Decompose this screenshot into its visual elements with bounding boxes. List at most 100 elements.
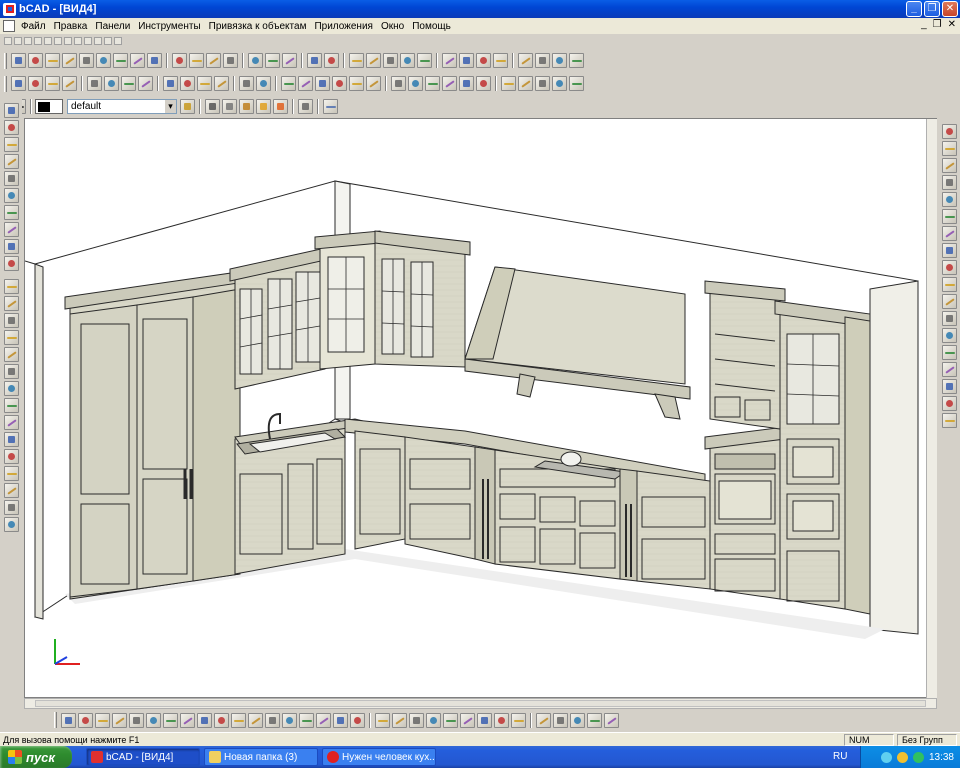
- ruler-icon[interactable]: [941, 311, 957, 326]
- cube-view-icon[interactable]: [941, 379, 957, 394]
- texture-icon[interactable]: [518, 76, 533, 91]
- task-opera[interactable]: Нужен человек кух...: [322, 748, 436, 766]
- panel-icon[interactable]: [323, 99, 338, 114]
- toolbar-tab[interactable]: [34, 37, 42, 45]
- pipe-icon[interactable]: [256, 76, 271, 91]
- point-tool-icon[interactable]: [3, 279, 19, 294]
- document-icon[interactable]: [3, 20, 15, 32]
- move-icon[interactable]: [206, 53, 221, 68]
- model-tool-icon[interactable]: [375, 712, 390, 728]
- model-tool-icon[interactable]: [587, 712, 602, 728]
- mdi-minimize-button[interactable]: _: [921, 19, 927, 30]
- save-icon[interactable]: [62, 53, 77, 68]
- model-tool-icon[interactable]: [409, 712, 424, 728]
- model-tool-icon[interactable]: [494, 712, 509, 728]
- model-tool-icon[interactable]: [511, 712, 526, 728]
- render-cube-icon[interactable]: [256, 99, 271, 114]
- dimension-icon[interactable]: [163, 76, 178, 91]
- copy-icon[interactable]: [248, 53, 263, 68]
- pen-icon[interactable]: [569, 76, 584, 91]
- cross-icon[interactable]: [45, 76, 60, 91]
- view-front-icon[interactable]: [941, 175, 957, 190]
- erase-icon[interactable]: [223, 53, 238, 68]
- block-tool-icon[interactable]: [3, 222, 19, 237]
- camera-icon[interactable]: [552, 76, 567, 91]
- lamp-icon[interactable]: [535, 76, 550, 91]
- language-indicator[interactable]: RU: [833, 751, 847, 762]
- menu-help[interactable]: Помощь: [408, 21, 455, 32]
- edit-tool-icon[interactable]: [3, 449, 19, 464]
- edit-tool-icon[interactable]: [3, 415, 19, 430]
- redo-icon[interactable]: [324, 53, 339, 68]
- task-bcad[interactable]: bCAD - [ВИД4]: [86, 748, 200, 766]
- model-tool-icon[interactable]: [95, 712, 110, 728]
- sphere-icon[interactable]: [121, 76, 136, 91]
- folder-icon[interactable]: [113, 53, 128, 68]
- toolbar-tab[interactable]: [4, 37, 12, 45]
- model-tool-icon[interactable]: [426, 712, 441, 728]
- edit-tool-icon[interactable]: [3, 500, 19, 515]
- cylinder-icon[interactable]: [138, 76, 153, 91]
- shaded-cube-icon[interactable]: [239, 99, 254, 114]
- ellipse-tool-icon[interactable]: [3, 256, 19, 271]
- color-picker[interactable]: [35, 99, 63, 114]
- edit-tool-icon[interactable]: [3, 330, 19, 345]
- model-tool-icon[interactable]: [129, 712, 144, 728]
- model-tool-icon[interactable]: [570, 712, 585, 728]
- tray-icon-3[interactable]: [912, 751, 924, 763]
- target-icon[interactable]: [214, 76, 229, 91]
- polyline-icon[interactable]: [383, 53, 398, 68]
- menu-edit[interactable]: Правка: [50, 21, 92, 32]
- light-icon[interactable]: [493, 53, 508, 68]
- model-tool-icon[interactable]: [316, 712, 331, 728]
- horizontal-scrollbar[interactable]: [24, 698, 937, 709]
- polygon-tool-icon[interactable]: [3, 239, 19, 254]
- array-icon[interactable]: [349, 76, 364, 91]
- paste-icon[interactable]: [265, 53, 280, 68]
- minimize-button[interactable]: _: [906, 1, 922, 17]
- pencil-icon[interactable]: [941, 243, 957, 258]
- model-tool-icon[interactable]: [197, 712, 212, 728]
- plus-icon[interactable]: [239, 76, 254, 91]
- edit-tool-icon[interactable]: [3, 466, 19, 481]
- hidden-cube-icon[interactable]: [222, 99, 237, 114]
- task-folder[interactable]: Новая папка (3): [204, 748, 318, 766]
- model-tool-icon[interactable]: [392, 712, 407, 728]
- cube-icon[interactable]: [104, 76, 119, 91]
- rectangle-tool-icon[interactable]: [3, 171, 19, 186]
- edit-tool-icon[interactable]: [3, 517, 19, 532]
- menu-applications[interactable]: Приложения: [310, 21, 377, 32]
- model-tool-icon[interactable]: [146, 712, 161, 728]
- close-button[interactable]: ✕: [942, 1, 958, 17]
- circle-tool-icon[interactable]: [3, 120, 19, 135]
- model-tool-icon[interactable]: [536, 712, 551, 728]
- export-icon[interactable]: [147, 53, 162, 68]
- model-tool-icon[interactable]: [214, 712, 229, 728]
- cut-icon[interactable]: [282, 53, 297, 68]
- view-top-icon[interactable]: [941, 192, 957, 207]
- explode-icon[interactable]: [459, 76, 474, 91]
- edit-tool-icon[interactable]: [3, 381, 19, 396]
- mdi-close-button[interactable]: ✕: [948, 19, 956, 30]
- model-tool-icon[interactable]: [163, 712, 178, 728]
- menu-panels[interactable]: Панели: [91, 21, 134, 32]
- arc-tool-icon[interactable]: [3, 137, 19, 152]
- scale-icon[interactable]: [366, 76, 381, 91]
- toolbar-tab[interactable]: [14, 37, 22, 45]
- rotate-icon[interactable]: [315, 76, 330, 91]
- stop-icon[interactable]: [535, 53, 550, 68]
- paint-icon[interactable]: [569, 53, 584, 68]
- fill-icon[interactable]: [941, 362, 957, 377]
- menu-file[interactable]: Файл: [17, 21, 50, 32]
- hammer-icon[interactable]: [552, 53, 567, 68]
- model-tool-icon[interactable]: [265, 712, 280, 728]
- grid-icon[interactable]: [941, 294, 957, 309]
- select-plus-icon[interactable]: [189, 53, 204, 68]
- zoom-out-icon[interactable]: [941, 141, 957, 156]
- zoom-icon[interactable]: [442, 53, 457, 68]
- new-icon[interactable]: [28, 53, 43, 68]
- extend-icon[interactable]: [408, 76, 423, 91]
- join-icon[interactable]: [281, 76, 296, 91]
- curve-icon[interactable]: [400, 53, 415, 68]
- image-icon[interactable]: [941, 328, 957, 343]
